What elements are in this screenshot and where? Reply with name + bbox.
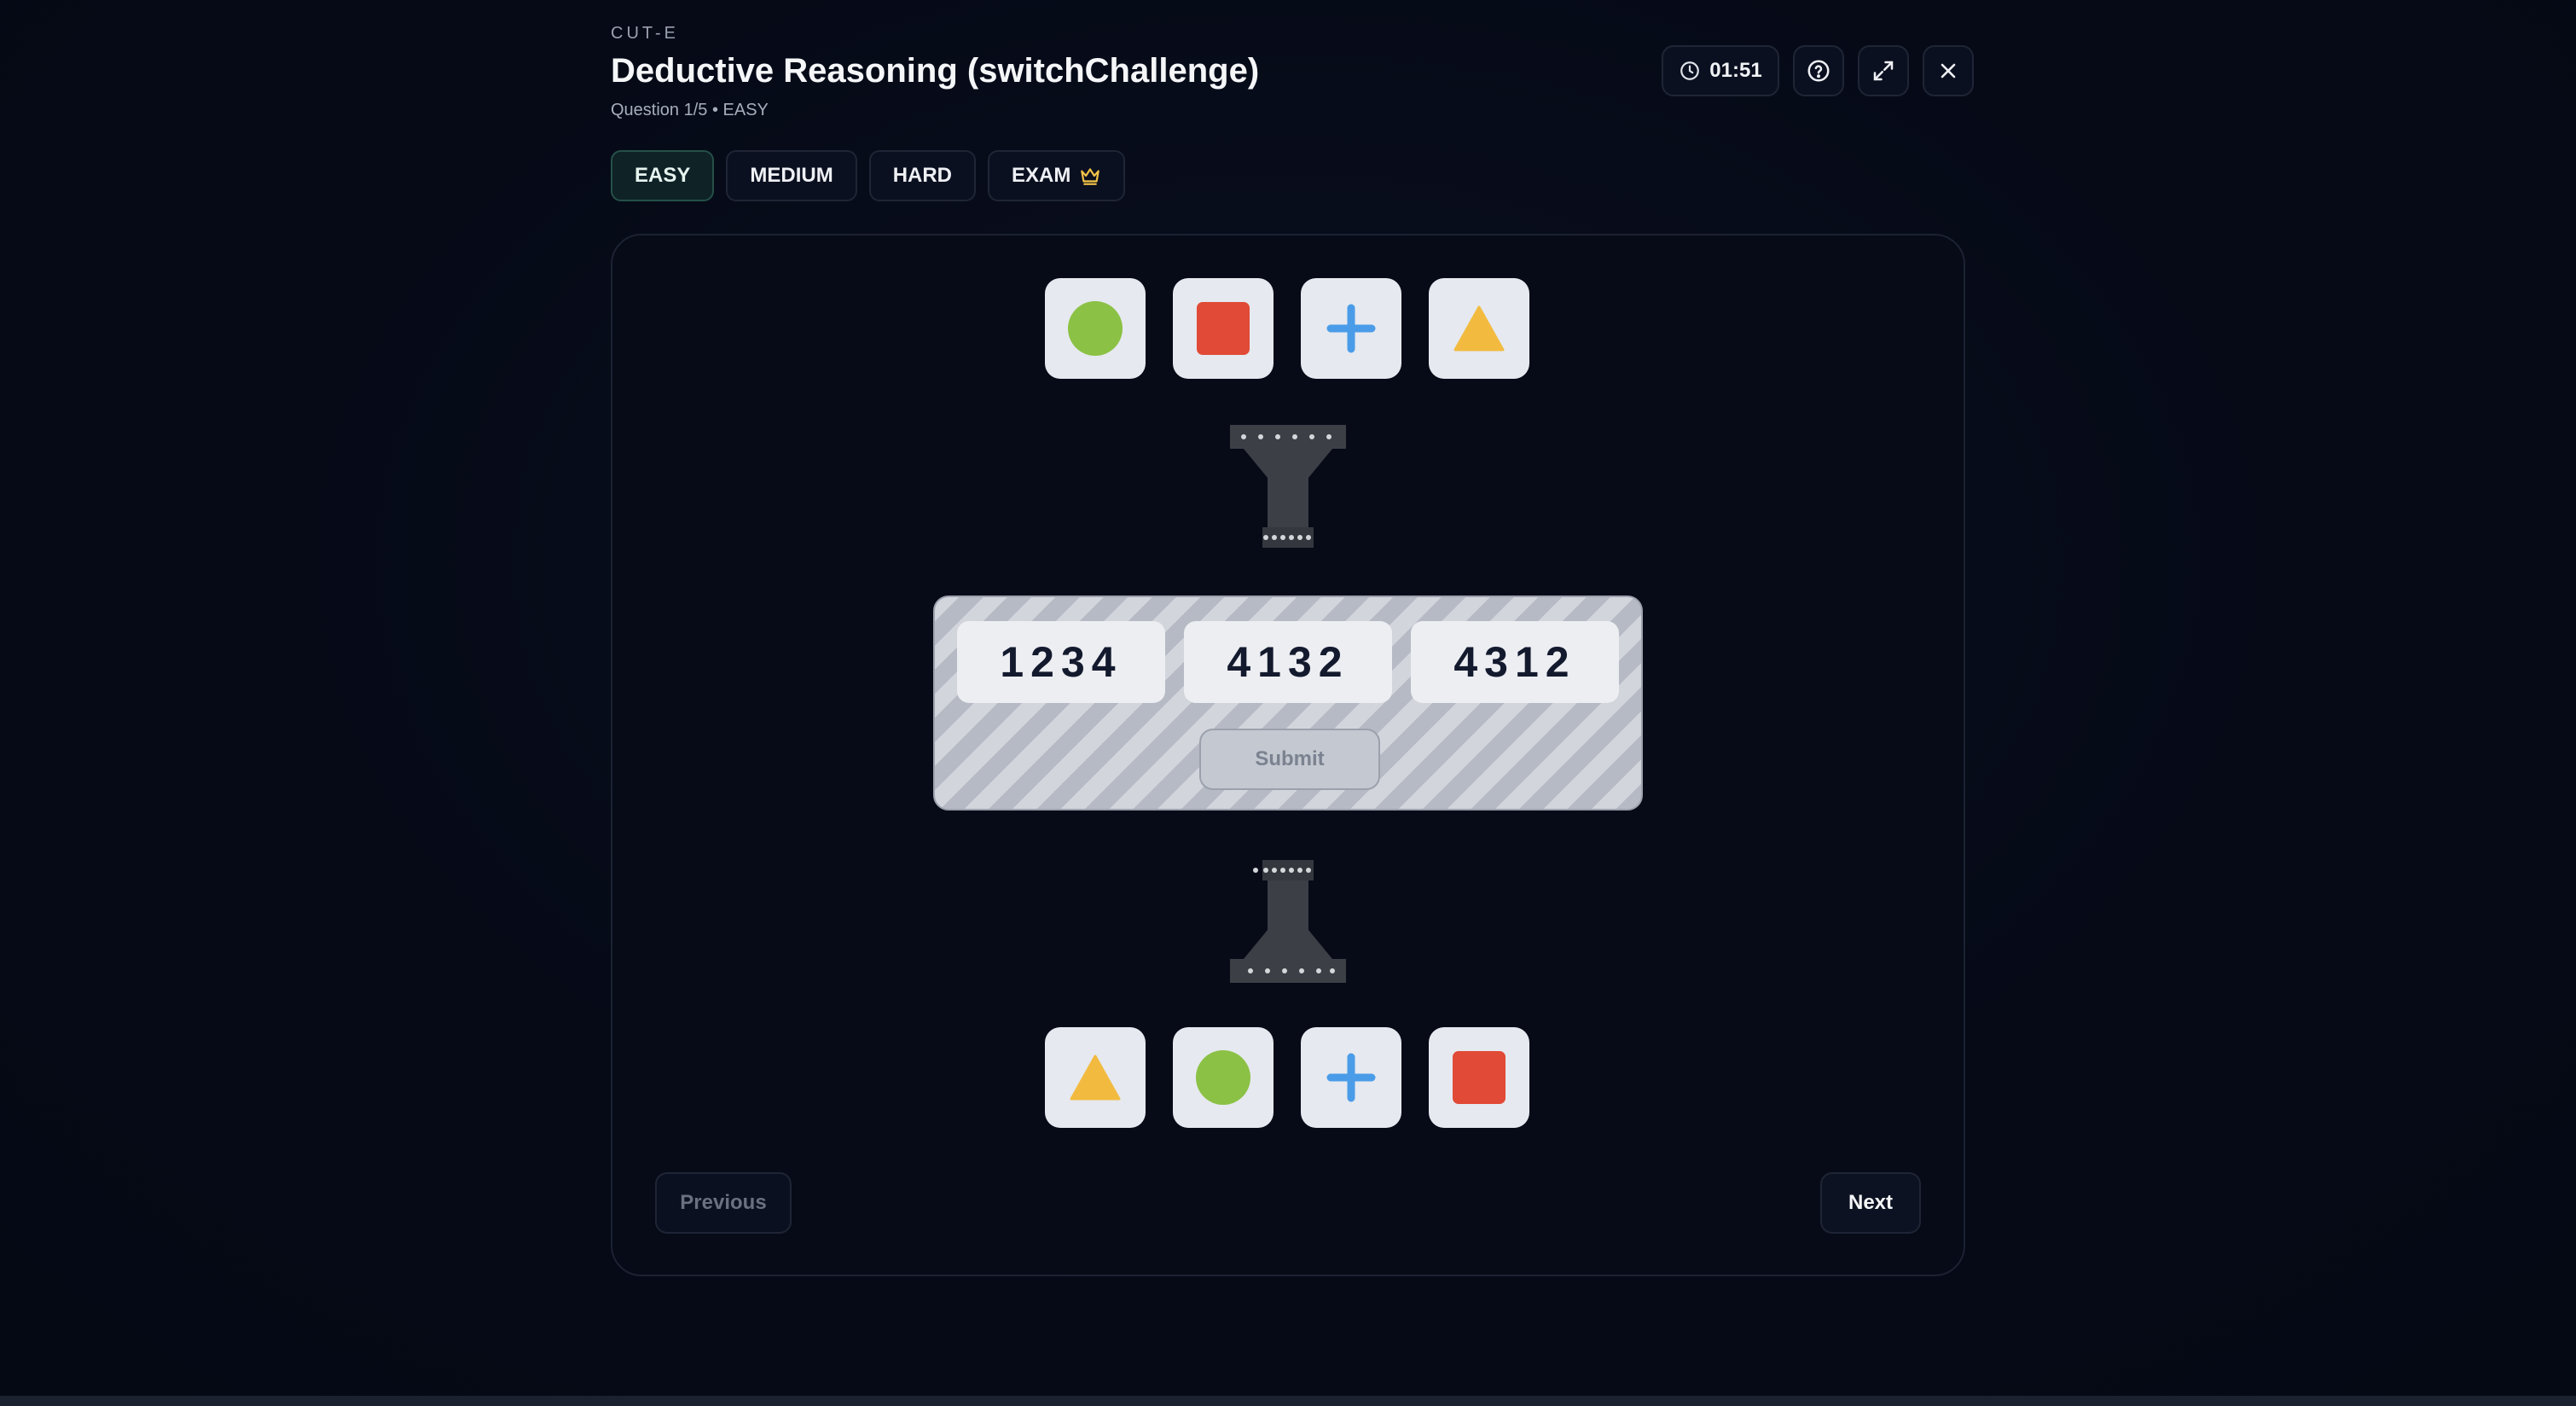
bottom-connector-icon <box>1230 860 1346 983</box>
output-shape-4 <box>1429 1027 1529 1128</box>
triangle-icon <box>1453 305 1505 352</box>
input-shape-2 <box>1173 278 1273 379</box>
submit-button[interactable]: Submit <box>1199 729 1380 790</box>
question-progress: Question 1/5 • EASY <box>611 101 769 119</box>
help-button[interactable] <box>1793 45 1844 96</box>
tab-medium[interactable]: MEDIUM <box>726 150 857 201</box>
help-icon <box>1807 60 1830 82</box>
output-shape-3 <box>1301 1027 1401 1128</box>
close-button[interactable] <box>1923 45 1974 96</box>
square-icon <box>1197 302 1250 355</box>
header: CUT-E Deductive Reasoning (switchChallen… <box>611 24 1259 120</box>
top-connector-icon <box>1230 425 1346 548</box>
timer-value: 01:51 <box>1709 59 1762 82</box>
output-shapes <box>1045 1027 1529 1128</box>
toolbar: 01:51 <box>1662 45 1974 96</box>
close-icon <box>1941 63 1956 78</box>
crown-icon <box>1081 168 1100 185</box>
answer-options: 1234 4132 4312 <box>957 621 1619 703</box>
output-shape-2 <box>1173 1027 1273 1128</box>
expand-icon <box>1873 61 1894 81</box>
tab-hard[interactable]: HARD <box>868 150 977 201</box>
previous-button[interactable]: Previous <box>655 1172 792 1234</box>
option-2[interactable]: 4132 <box>1184 621 1392 703</box>
circle-icon <box>1196 1050 1250 1105</box>
bottom-bar <box>0 1396 2576 1406</box>
plus-icon <box>1326 304 1376 353</box>
option-1[interactable]: 1234 <box>957 621 1165 703</box>
timer: 01:51 <box>1662 45 1779 96</box>
fullscreen-button[interactable] <box>1858 45 1909 96</box>
tab-hard-label: HARD <box>892 164 953 187</box>
input-shapes <box>1045 278 1529 379</box>
input-shape-1 <box>1045 278 1146 379</box>
plus-icon <box>1326 1053 1376 1102</box>
input-shape-3 <box>1301 278 1401 379</box>
tab-easy-label: EASY <box>635 164 691 187</box>
brand-label: CUT-E <box>611 24 679 43</box>
tab-exam[interactable]: EXAM <box>988 150 1126 201</box>
tab-medium-label: MEDIUM <box>750 164 833 187</box>
clock-icon <box>1680 61 1700 80</box>
next-button[interactable]: Next <box>1820 1172 1921 1234</box>
answer-panel: 1234 4132 4312 Submit <box>933 596 1643 810</box>
input-shape-4 <box>1429 278 1529 379</box>
tab-exam-label: EXAM <box>1012 164 1071 187</box>
option-3[interactable]: 4312 <box>1411 621 1619 703</box>
tab-easy[interactable]: EASY <box>611 150 715 201</box>
output-shape-1 <box>1045 1027 1146 1128</box>
circle-icon <box>1068 301 1123 356</box>
triangle-icon <box>1070 1054 1121 1101</box>
difficulty-tabs: EASY MEDIUM HARD EXAM <box>611 150 1126 201</box>
square-icon <box>1453 1051 1506 1104</box>
page-title: Deductive Reasoning (switchChallenge) <box>611 52 1260 90</box>
